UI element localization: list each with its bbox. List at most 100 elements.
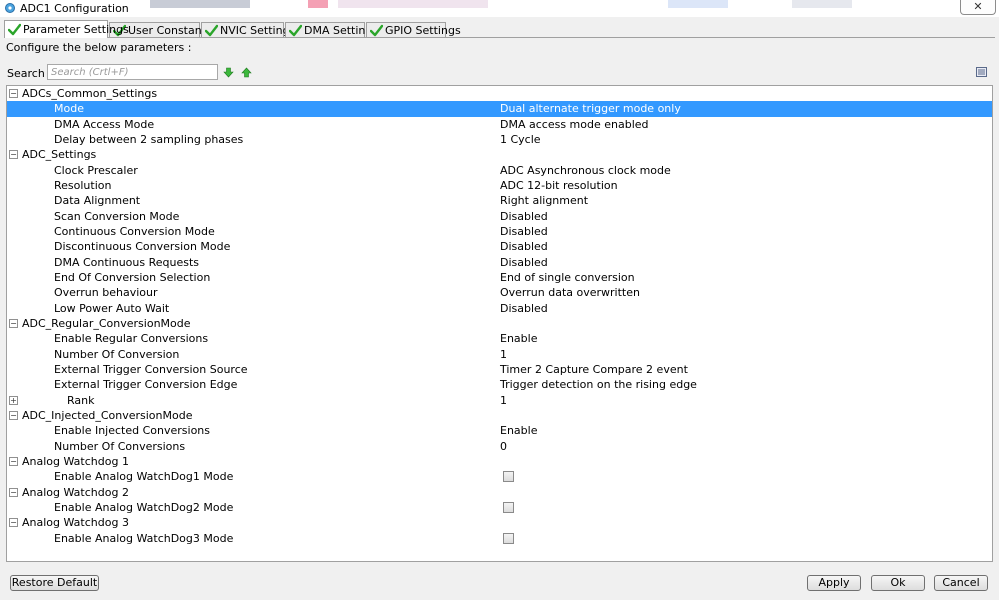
param-row[interactable]: Number Of Conversion 1 — [7, 347, 992, 362]
param-value[interactable]: Dual alternate trigger mode only — [500, 101, 681, 116]
param-value[interactable]: Enable — [500, 423, 537, 438]
close-button[interactable]: ✕ — [960, 0, 996, 15]
param-name: Overrun behaviour — [54, 286, 158, 300]
expand-icon[interactable]: + — [9, 395, 18, 405]
param-row[interactable]: Data Alignment Right alignment — [7, 193, 992, 208]
param-name: Resolution — [54, 178, 112, 192]
param-row-rank[interactable]: + Rank 1 — [7, 393, 992, 408]
group-adc-settings[interactable]: − ADC_Settings — [7, 147, 992, 163]
param-row[interactable]: Mode Dual alternate trigger mode only — [7, 101, 992, 117]
tab-nvic-settings[interactable]: NVIC Settings — [201, 22, 295, 37]
watchdog1-checkbox[interactable] — [503, 471, 514, 483]
collapse-icon[interactable]: − — [9, 150, 18, 160]
param-row[interactable]: Low Power Auto Wait Disabled — [7, 301, 992, 316]
group-title: ADC_Settings — [22, 148, 97, 162]
param-value[interactable]: Timer 2 Capture Compare 2 event — [500, 362, 688, 377]
collapse-icon[interactable]: − — [9, 89, 18, 98]
ok-button[interactable]: Ok — [871, 575, 925, 591]
param-row[interactable]: Number Of Conversions 0 — [7, 439, 992, 454]
window-title: ADC1 Configuration — [20, 2, 129, 15]
param-value[interactable]: 1 Cycle — [500, 132, 541, 147]
collapse-icon[interactable]: − — [9, 456, 18, 466]
param-value[interactable]: Overrun data overwritten — [500, 285, 640, 300]
param-row[interactable]: DMA Access Mode DMA access mode enabled — [7, 117, 992, 132]
param-value[interactable]: ADC Asynchronous clock mode — [500, 163, 671, 178]
param-row[interactable]: Enable Analog WatchDog3 Mode — [7, 531, 992, 546]
restore-default-button[interactable]: Restore Default — [10, 575, 99, 591]
watchdog3-checkbox[interactable] — [503, 532, 514, 544]
param-row[interactable]: Scan Conversion Mode Disabled — [7, 209, 992, 224]
group-title: Analog Watchdog 3 — [22, 516, 129, 530]
param-value[interactable]: Trigger detection on the rising edge — [500, 377, 697, 392]
param-value[interactable]: ADC 12-bit resolution — [500, 178, 618, 193]
param-name: Clock Prescaler — [54, 163, 138, 177]
param-value[interactable]: Disabled — [500, 209, 548, 224]
background-window-strip — [338, 0, 488, 8]
param-name: DMA Continuous Requests — [54, 255, 200, 269]
collapse-icon[interactable]: − — [9, 410, 18, 420]
param-name: Enable Analog WatchDog2 Mode — [54, 500, 234, 514]
arrow-down-icon[interactable] — [223, 67, 234, 78]
group-analog-watchdog-3[interactable]: − Analog Watchdog 3 — [7, 515, 992, 531]
param-value[interactable]: 1 — [500, 347, 507, 362]
param-row[interactable]: External Trigger Conversion Edge Trigger… — [7, 377, 992, 392]
param-value[interactable]: Disabled — [500, 301, 548, 316]
window-bottom-edge — [0, 596, 999, 600]
param-value[interactable]: DMA access mode enabled — [500, 117, 649, 132]
group-adc-regular-conversion-mode[interactable]: − ADC_Regular_ConversionMode — [7, 315, 992, 332]
apply-button[interactable]: Apply — [807, 575, 861, 591]
tab-label: Parameter Settings — [23, 23, 129, 36]
configure-label: Configure the below parameters : — [6, 41, 192, 54]
param-name: Discontinuous Conversion Mode — [54, 240, 231, 254]
group-analog-watchdog-1[interactable]: − Analog Watchdog 1 — [7, 453, 992, 470]
param-value[interactable]: End of single conversion — [500, 270, 635, 285]
collapse-icon[interactable]: − — [9, 518, 18, 528]
watchdog2-checkbox[interactable] — [503, 501, 514, 513]
collapse-icon[interactable]: − — [9, 318, 18, 328]
param-row[interactable]: Overrun behaviour Overrun data overwritt… — [7, 285, 992, 300]
group-analog-watchdog-2[interactable]: − Analog Watchdog 2 — [7, 484, 992, 500]
param-name: Continuous Conversion Mode — [54, 224, 215, 238]
param-row[interactable]: End Of Conversion Selection End of singl… — [7, 270, 992, 285]
search-label: Search : — [7, 67, 52, 80]
param-row[interactable]: External Trigger Conversion Source Timer… — [7, 362, 992, 377]
tab-dma-settings[interactable]: DMA Settings — [285, 22, 378, 37]
check-icon — [8, 23, 21, 36]
param-row[interactable]: Resolution ADC 12-bit resolution — [7, 178, 992, 193]
group-title: ADC_Regular_ConversionMode — [22, 316, 191, 330]
tab-parameter-settings[interactable]: Parameter Settings — [4, 20, 129, 38]
param-value[interactable]: Disabled — [500, 255, 548, 270]
list-view-icon[interactable] — [976, 67, 987, 77]
param-name: Enable Analog WatchDog1 Mode — [54, 470, 234, 484]
group-title: Analog Watchdog 2 — [22, 485, 129, 499]
search-input[interactable] — [47, 64, 218, 80]
check-icon — [205, 24, 218, 37]
param-value[interactable]: Disabled — [500, 224, 548, 239]
param-row[interactable]: Discontinuous Conversion Mode Disabled — [7, 239, 992, 254]
param-name: DMA Access Mode — [54, 117, 155, 131]
group-adc-injected-conversion-mode[interactable]: − ADC_Injected_ConversionMode — [7, 407, 992, 424]
param-row[interactable]: Enable Injected Conversions Enable — [7, 423, 992, 438]
tab-label: User Constants — [128, 24, 212, 37]
arrow-up-icon[interactable] — [241, 67, 252, 78]
param-name: Rank — [67, 393, 95, 407]
param-value[interactable]: 0 — [500, 439, 507, 454]
param-row[interactable]: Clock Prescaler ADC Asynchronous clock m… — [7, 163, 992, 178]
param-value[interactable]: Right alignment — [500, 193, 588, 208]
param-row[interactable]: DMA Continuous Requests Disabled — [7, 255, 992, 270]
cancel-button[interactable]: Cancel — [934, 575, 988, 591]
param-row[interactable]: Enable Regular Conversions Enable — [7, 331, 992, 346]
param-value[interactable]: Enable — [500, 331, 537, 346]
param-row[interactable]: Enable Analog WatchDog1 Mode — [7, 469, 992, 484]
param-value[interactable]: Disabled — [500, 239, 548, 254]
param-row[interactable]: Continuous Conversion Mode Disabled — [7, 224, 992, 239]
title-bar: ADC1 Configuration ✕ — [0, 0, 999, 17]
param-row[interactable]: Delay between 2 sampling phases 1 Cycle — [7, 132, 992, 147]
param-name: Number Of Conversion — [54, 347, 180, 361]
tab-gpio-settings[interactable]: GPIO Settings — [366, 22, 461, 37]
group-adcs-common-settings[interactable]: − ADCs_Common_Settings — [7, 86, 992, 102]
collapse-icon[interactable]: − — [9, 487, 18, 497]
param-row[interactable]: Enable Analog WatchDog2 Mode — [7, 500, 992, 515]
param-name: Enable Analog WatchDog3 Mode — [54, 531, 234, 545]
param-value[interactable]: 1 — [500, 393, 507, 408]
